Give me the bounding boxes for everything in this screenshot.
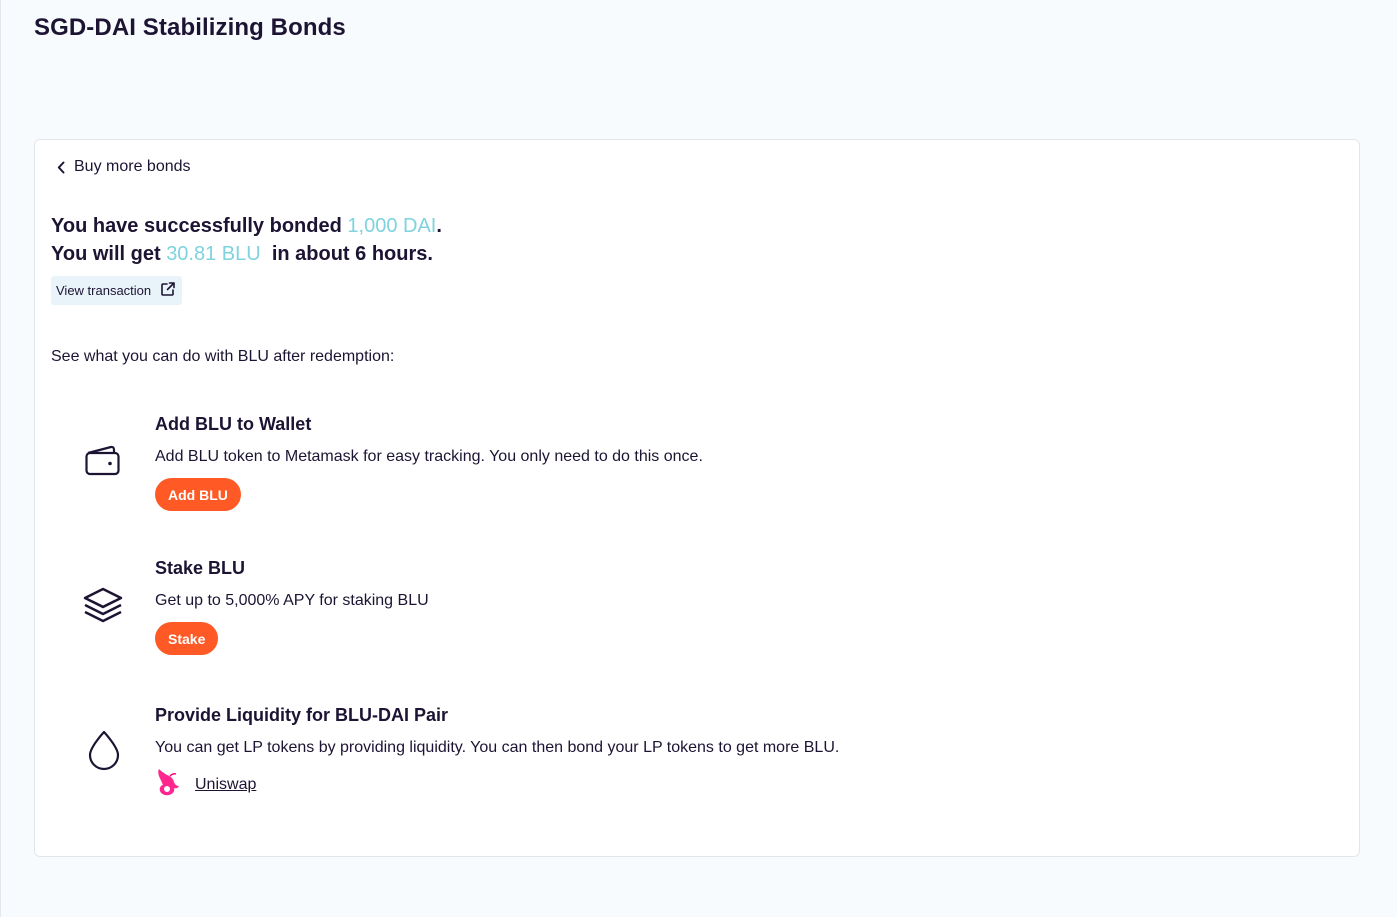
buy-more-bonds-link[interactable]: Buy more bonds xyxy=(57,158,191,176)
view-transaction-button[interactable]: View transaction xyxy=(51,276,183,305)
success-line-2-text: You will get xyxy=(51,243,167,265)
view-transaction-label: View transaction xyxy=(56,283,152,298)
buy-more-bonds-label: Buy more bonds xyxy=(74,158,191,175)
uniswap-unicorn-icon xyxy=(155,767,182,802)
bonded-amount: 1,000 DAI xyxy=(347,215,437,237)
stake-title: Stake BLU xyxy=(155,558,246,578)
success-line-2: You will get 30.81 BLU in about 6 hours. xyxy=(51,240,442,268)
success-message: You have successfully bonded 1,000 DAI. … xyxy=(51,212,442,268)
intro-text: See what you can do with BLU after redem… xyxy=(51,348,395,365)
success-line-1: You have successfully bonded 1,000 DAI. xyxy=(51,212,442,240)
layers-icon xyxy=(82,587,124,630)
chevron-left-icon xyxy=(57,161,65,174)
bond-success-card: Buy more bonds You have successfully bon… xyxy=(34,139,1360,857)
droplet-icon xyxy=(87,729,121,776)
wallet-icon xyxy=(84,444,122,483)
add-wallet-description: Add BLU token to Metamask for easy track… xyxy=(155,448,703,465)
uniswap-link[interactable]: Uniswap xyxy=(155,767,256,802)
payout-amount: 30.81 BLU xyxy=(166,243,261,265)
stake-description: Get up to 5,000% APY for staking BLU xyxy=(155,592,429,609)
add-wallet-title: Add BLU to Wallet xyxy=(155,414,312,434)
stake-button[interactable]: Stake xyxy=(155,622,219,655)
page-title: SGD-DAI Stabilizing Bonds xyxy=(34,14,346,41)
uniswap-link-label: Uniswap xyxy=(195,775,257,793)
success-line-2-suffix: in about 6 hours. xyxy=(266,243,433,265)
liquidity-description: You can get LP tokens by providing liqui… xyxy=(155,739,840,756)
external-link-icon xyxy=(160,281,176,300)
add-blu-button[interactable]: Add BLU xyxy=(155,478,241,511)
success-line-1-suffix: . xyxy=(436,215,442,237)
success-line-1-text: You have successfully bonded xyxy=(51,215,348,237)
liquidity-title: Provide Liquidity for BLU-DAI Pair xyxy=(155,705,449,725)
